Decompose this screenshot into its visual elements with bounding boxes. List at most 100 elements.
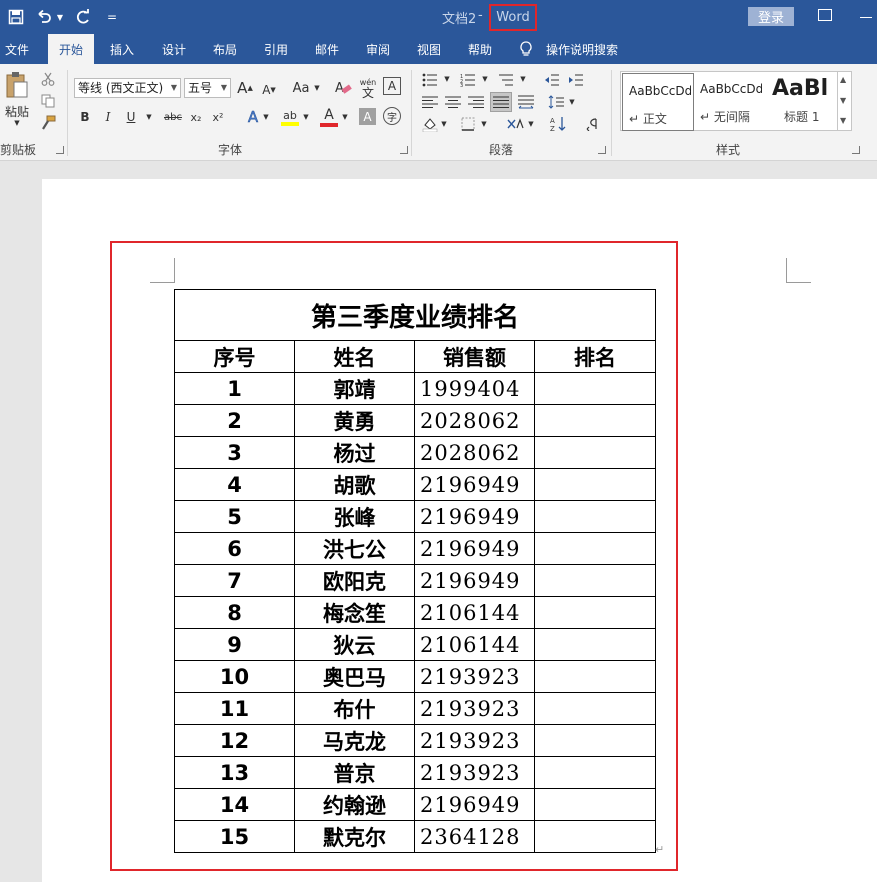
superscript-button[interactable]: x²	[210, 108, 226, 126]
highlight-button[interactable]: ab	[280, 106, 300, 128]
decrease-indent-icon[interactable]	[543, 72, 561, 88]
font-size-dropdown-icon[interactable]: ▼	[221, 79, 227, 97]
italic-button[interactable]: I	[101, 108, 115, 126]
font-color-swatch	[320, 122, 338, 127]
line-spacing-dropdown-icon[interactable]: ▼	[568, 97, 576, 107]
character-shading-button[interactable]: A	[359, 108, 376, 125]
bold-button[interactable]: B	[78, 108, 92, 126]
justify-icon[interactable]	[490, 92, 512, 112]
shrink-font-button[interactable]: A ▼	[261, 80, 277, 100]
chinese-layout-dropdown-icon[interactable]: ▼	[527, 119, 535, 129]
font-color-button[interactable]: A	[319, 106, 339, 128]
svg-text:A: A	[335, 81, 344, 96]
subscript-button[interactable]: x₂	[188, 108, 204, 126]
font-name-dropdown-icon[interactable]: ▼	[171, 79, 177, 97]
styles-launcher-icon[interactable]	[852, 146, 860, 154]
distributed-icon[interactable]	[517, 94, 535, 110]
cut-icon[interactable]	[39, 70, 57, 88]
styles-more-icon[interactable]: ▼	[840, 116, 846, 125]
group-separator	[611, 70, 612, 156]
app-name-text: Word	[496, 10, 530, 25]
borders-icon[interactable]	[459, 115, 477, 133]
highlight-label: ab	[283, 108, 297, 122]
copy-icon[interactable]	[39, 92, 57, 110]
text-effects-dropdown-icon[interactable]: ▼	[262, 112, 270, 122]
style-normal-sample: AaBbCcDd	[629, 84, 691, 98]
change-case-dropdown-icon[interactable]: ▼	[313, 82, 321, 94]
style-normal[interactable]: AaBbCcDd ↵ 正文	[622, 73, 694, 131]
increase-indent-icon[interactable]	[567, 72, 585, 88]
redo-icon[interactable]	[73, 5, 93, 29]
font-size-value: 五号	[188, 81, 213, 95]
phonetic-guide-button[interactable]: wén 文	[358, 75, 378, 101]
underline-dropdown-icon[interactable]: ▼	[145, 112, 153, 122]
paste-icon[interactable]	[4, 70, 30, 100]
show-marks-icon[interactable]	[582, 115, 600, 133]
enclose-characters-button[interactable]: 字	[383, 107, 401, 125]
font-launcher-icon[interactable]	[400, 146, 408, 154]
font-color-dropdown-icon[interactable]: ▼	[341, 112, 349, 122]
underline-button[interactable]: U	[124, 108, 138, 126]
multilevel-dropdown-icon[interactable]: ▼	[519, 74, 527, 84]
undo-dropdown-icon[interactable]: ▼	[55, 5, 65, 29]
strikethrough-button[interactable]: abc	[162, 108, 184, 126]
paragraph-launcher-icon[interactable]	[598, 146, 606, 154]
numbering-dropdown-icon[interactable]: ▼	[481, 74, 489, 84]
tab-insert[interactable]: 插入	[110, 34, 134, 64]
tab-mailings[interactable]: 邮件	[315, 34, 339, 64]
grow-font-button[interactable]: A ▲	[237, 78, 253, 98]
styles-scroll-down-icon[interactable]: ▼	[840, 96, 846, 105]
font-name-combo[interactable]: 等线 (西文正文) ▼	[74, 78, 181, 98]
paste-button[interactable]: 粘贴	[0, 103, 34, 119]
change-case-button[interactable]: Aa	[289, 78, 313, 98]
font-name-value: 等线 (西文正文)	[78, 81, 164, 95]
tab-design[interactable]: 设计	[162, 34, 186, 64]
shading-icon[interactable]	[421, 115, 439, 133]
highlight-annotation-box	[110, 241, 678, 871]
tab-view[interactable]: 视图	[417, 34, 441, 64]
save-icon[interactable]	[5, 5, 27, 29]
group-separator	[411, 70, 412, 156]
tab-layout[interactable]: 布局	[213, 34, 237, 64]
tab-home[interactable]: 开始	[48, 34, 95, 64]
style-heading-1-name: 标题 1	[784, 110, 820, 124]
borders-dropdown-icon[interactable]: ▼	[480, 119, 488, 129]
align-right-icon[interactable]	[467, 94, 485, 110]
shrink-font-label: A	[262, 83, 271, 97]
tab-file[interactable]: 文件	[5, 34, 29, 64]
svg-text:3: 3	[460, 83, 463, 87]
tell-me-search[interactable]: 操作说明搜索	[546, 34, 618, 64]
numbering-icon[interactable]: 123	[459, 72, 477, 88]
customize-toolbar-icon[interactable]: =	[103, 5, 121, 29]
minimize-icon[interactable]	[860, 17, 872, 18]
styles-scroll: ▲ ▼ ▼	[838, 71, 852, 131]
format-painter-icon[interactable]	[39, 114, 57, 132]
tab-help[interactable]: 帮助	[468, 34, 492, 64]
ribbon-display-options-icon[interactable]	[818, 9, 832, 21]
text-effects-button[interactable]: A	[244, 107, 262, 127]
clipboard-launcher-icon[interactable]	[56, 146, 64, 154]
style-no-spacing[interactable]: AaBbCcDd ↵ 无间隔	[694, 72, 766, 130]
align-left-icon[interactable]	[421, 94, 439, 110]
undo-icon[interactable]	[34, 5, 54, 29]
bullets-icon[interactable]	[421, 72, 439, 88]
svg-text:Z: Z	[550, 125, 555, 132]
font-size-combo[interactable]: 五号 ▼	[184, 78, 231, 98]
align-center-icon[interactable]	[444, 94, 462, 110]
styles-scroll-up-icon[interactable]: ▲	[840, 75, 846, 84]
sort-icon[interactable]: AZ	[549, 115, 567, 133]
multilevel-list-icon[interactable]	[497, 72, 515, 88]
clear-formatting-icon[interactable]: A	[333, 77, 353, 99]
shading-dropdown-icon[interactable]: ▼	[440, 119, 448, 129]
style-heading-1[interactable]: AaBl 标题 1	[766, 72, 838, 130]
bullets-dropdown-icon[interactable]: ▼	[443, 74, 451, 84]
character-border-button[interactable]: A	[383, 77, 401, 95]
chinese-layout-icon[interactable]	[506, 115, 526, 133]
tab-references[interactable]: 引用	[264, 34, 288, 64]
tab-review[interactable]: 审阅	[366, 34, 390, 64]
paste-dropdown-icon[interactable]: ▼	[13, 119, 21, 127]
highlight-dropdown-icon[interactable]: ▼	[302, 112, 310, 122]
login-button[interactable]: 登录	[748, 7, 794, 26]
lightbulb-icon[interactable]	[519, 34, 533, 64]
line-spacing-icon[interactable]	[547, 94, 565, 110]
